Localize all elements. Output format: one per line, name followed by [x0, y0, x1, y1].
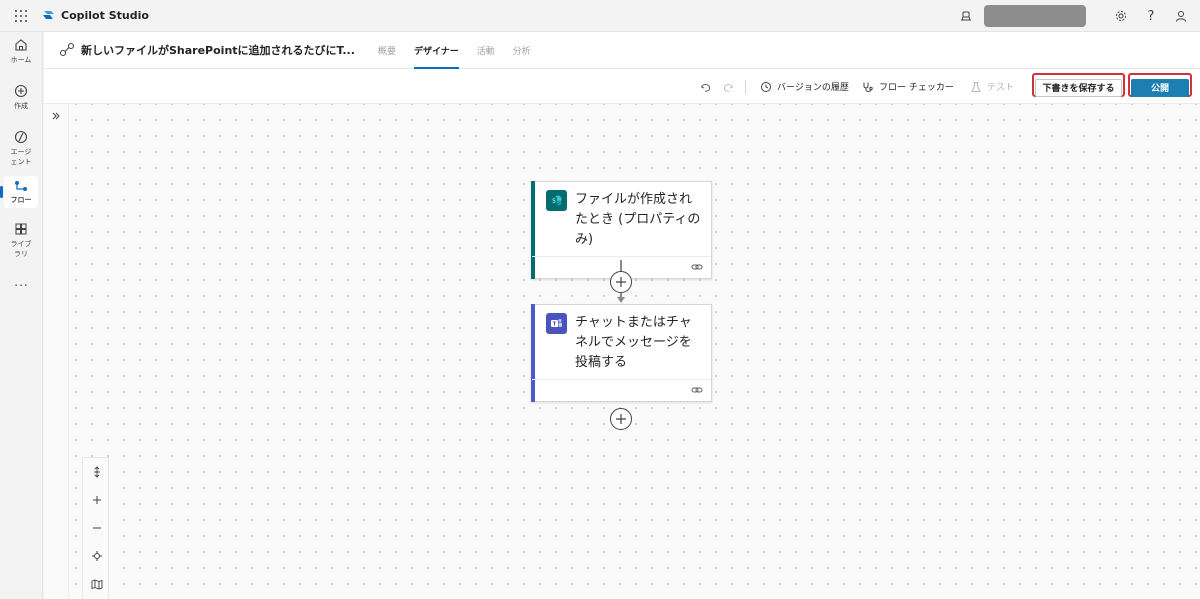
app-launcher-button[interactable] [0, 0, 42, 32]
nav-agents-label: エージェント [10, 148, 32, 166]
action-card-title: チャットまたはチャネルでメッセージを投稿する [575, 315, 692, 370]
nav-create[interactable]: 作成 [4, 84, 38, 118]
tab-activity-label: 活動 [476, 46, 495, 57]
plus-icon [616, 414, 626, 424]
gear-icon [1116, 11, 1126, 21]
teams-icon: T [546, 313, 567, 334]
help-icon: ? [1147, 8, 1155, 24]
vertical-fit-icon [93, 466, 100, 478]
agent-icon [14, 130, 28, 144]
link-icon[interactable] [691, 262, 703, 272]
map-icon [91, 579, 102, 590]
tab-analytics[interactable]: 分析 [504, 32, 540, 69]
history-icon [761, 81, 771, 92]
environment-icon[interactable] [954, 4, 978, 28]
tab-analytics-label: 分析 [512, 46, 531, 57]
publish-button[interactable]: 公開 [1131, 78, 1189, 97]
plus-icon [616, 277, 626, 287]
save-draft-highlight: 下書きを保存する [1032, 73, 1125, 97]
publish-highlight: 公開 [1128, 73, 1192, 97]
fit-view-button[interactable] [83, 542, 110, 570]
test-label: テスト [987, 83, 1015, 93]
waffle-icon [15, 9, 27, 22]
sharepoint-icon: S [546, 190, 567, 211]
nav-flows-label: フロー [10, 196, 32, 204]
flow-canvas[interactable]: S ファイルが作成されたとき (プロパティのみ) T チャットまたはチャネルでメ… [44, 104, 1200, 599]
plus-icon [92, 496, 101, 504]
fit-view-icon [91, 551, 102, 561]
more-icon: ... [14, 275, 29, 289]
beaker-icon [971, 81, 981, 92]
nav-flows[interactable]: フロー [4, 176, 38, 208]
tab-designer-label: デザイナー [413, 46, 459, 57]
side-panel-collapsed [44, 104, 69, 599]
nav-library-label: ライブラリ [10, 240, 32, 258]
person-icon [1176, 11, 1186, 22]
nav-home[interactable]: ホーム [4, 38, 38, 72]
link-icon[interactable] [691, 385, 703, 395]
create-icon [14, 84, 28, 98]
library-icon [15, 223, 27, 235]
tab-designer[interactable]: デザイナー [405, 32, 468, 69]
svg-text:T: T [553, 322, 557, 328]
chevron-double-right-icon [52, 112, 60, 120]
nav-home-label: ホーム [10, 56, 32, 64]
active-nav-indicator [0, 186, 3, 198]
trigger-card-title: ファイルが作成されたとき (プロパティのみ) [575, 192, 701, 247]
flow-icon [15, 181, 27, 191]
insert-step-button[interactable] [610, 271, 632, 293]
flow-checker-label: フロー チェッカー [879, 83, 954, 93]
left-nav-rail: ホーム 作成 エージェント フロー ライブラリ ... [0, 32, 43, 599]
app-brand[interactable]: Copilot Studio [42, 9, 149, 22]
add-step-button[interactable] [610, 408, 632, 430]
redo-button[interactable] [722, 69, 734, 104]
tab-activity[interactable]: 活動 [468, 32, 504, 69]
settings-button[interactable] [1106, 1, 1136, 31]
minimap-button[interactable] [83, 570, 110, 598]
nav-library[interactable]: ライブラリ [4, 222, 38, 260]
flow-checker-button[interactable]: フロー チェッカー [862, 69, 954, 104]
designer-toolbar: バージョンの履歴 フロー チェッカー テスト 下書きを保存する 公開 [44, 69, 1200, 104]
version-history-button[interactable]: バージョンの履歴 [760, 69, 849, 104]
undo-button[interactable] [700, 69, 712, 104]
version-history-label: バージョンの履歴 [777, 83, 849, 93]
tab-overview-label: 概要 [377, 46, 396, 57]
zoom-out-button[interactable] [83, 514, 110, 542]
action-card-teams[interactable]: T チャットまたはチャネルでメッセージを投稿する [531, 304, 712, 402]
flow-header: 新しいファイルがSharePointに追加されるたびにT... 概要 デザイナー… [44, 32, 1200, 69]
test-button[interactable]: テスト [970, 69, 1014, 104]
home-icon [15, 39, 27, 51]
flow-icon [59, 42, 75, 57]
tab-overview[interactable]: 概要 [369, 32, 405, 69]
expand-panel-button[interactable] [49, 109, 63, 123]
minus-icon [92, 527, 101, 529]
fit-height-button[interactable] [83, 458, 110, 486]
svg-text:S: S [552, 199, 555, 205]
environment-selector[interactable] [984, 5, 1086, 27]
nav-create-label: 作成 [14, 102, 28, 110]
help-button[interactable]: ? [1136, 1, 1166, 31]
canvas-controls [82, 457, 109, 599]
stethoscope-icon [863, 82, 873, 92]
connector-arrow [617, 297, 625, 303]
app-name: Copilot Studio [61, 9, 149, 22]
save-draft-button[interactable]: 下書きを保存する [1035, 78, 1122, 97]
zoom-in-button[interactable] [83, 486, 110, 514]
page-title: 新しいファイルがSharePointに追加されるたびにT... [81, 44, 355, 57]
copilot-studio-logo-icon [43, 11, 54, 19]
nav-agents[interactable]: エージェント [4, 130, 38, 168]
redo-icon [723, 83, 734, 92]
account-button[interactable] [1166, 1, 1196, 31]
nav-more-button[interactable]: ... [0, 275, 43, 289]
top-bar: Copilot Studio ? [0, 0, 1200, 32]
card-footer [532, 379, 711, 401]
undo-icon [700, 83, 711, 92]
toolbar-divider [745, 80, 746, 94]
